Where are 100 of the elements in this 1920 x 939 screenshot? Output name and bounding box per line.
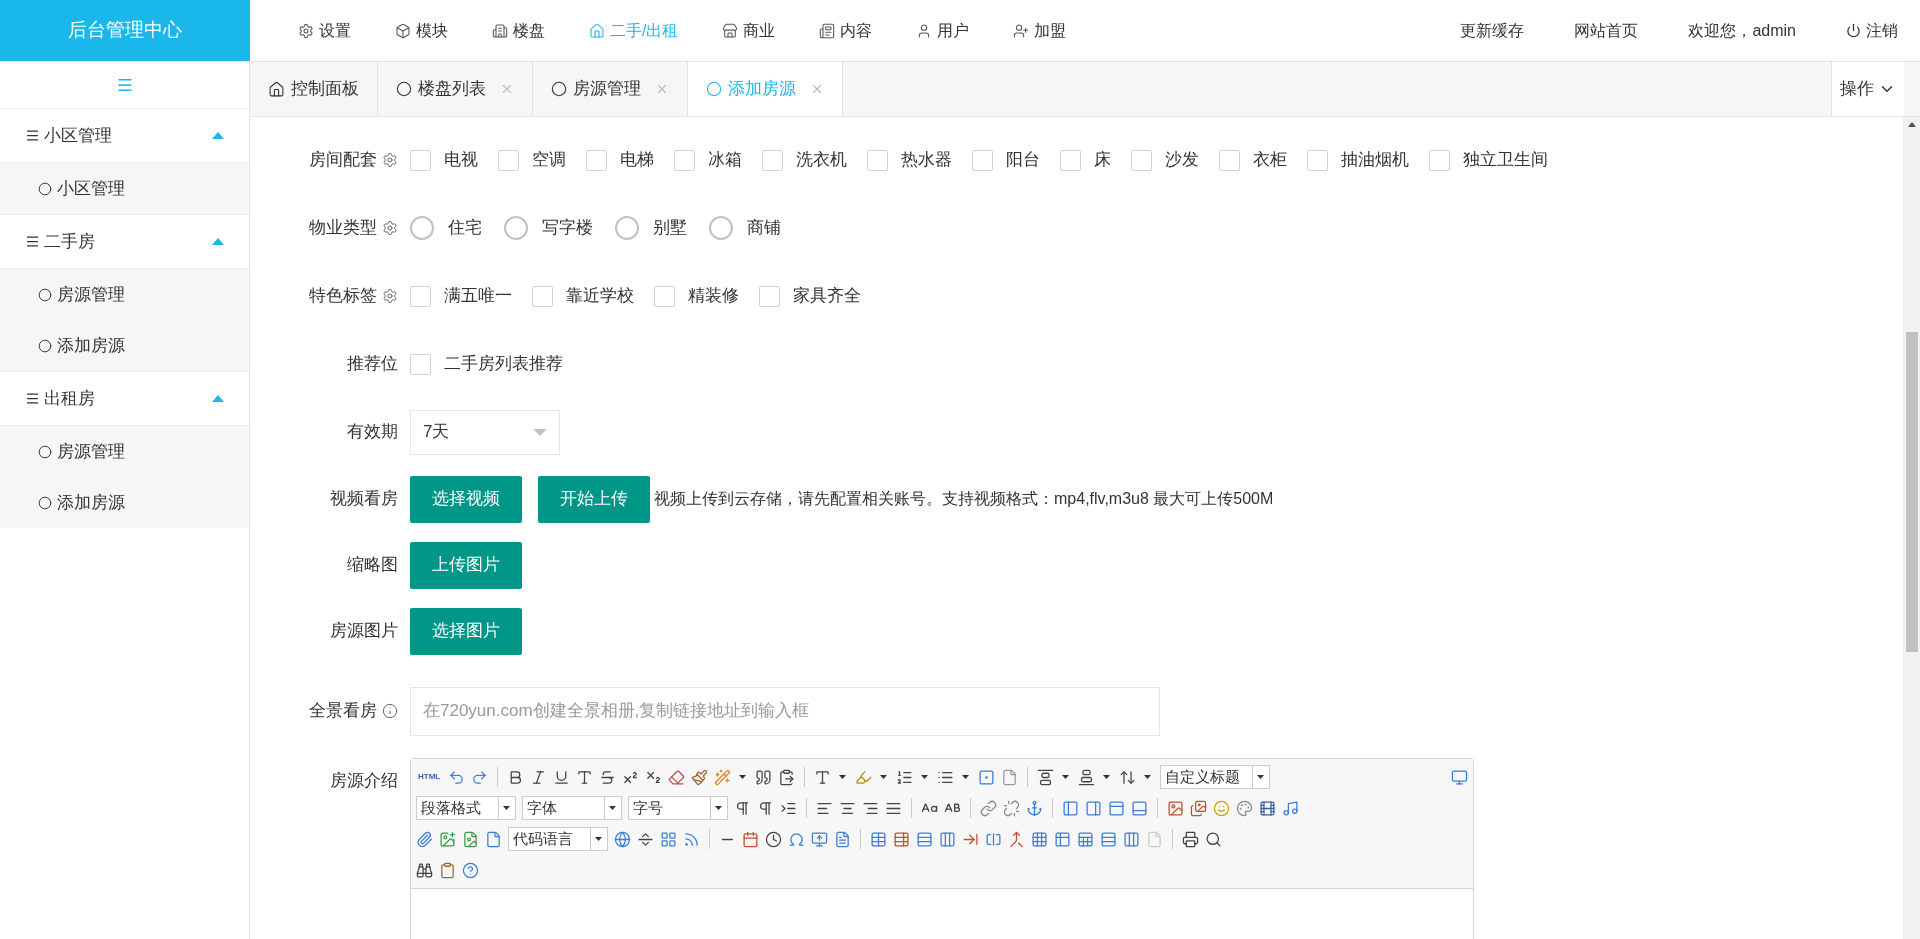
table-icon[interactable] xyxy=(1077,830,1094,848)
gear-icon[interactable] xyxy=(382,220,398,236)
tab[interactable]: 控制面板 xyxy=(250,62,378,116)
anchor-icon[interactable] xyxy=(1026,799,1043,817)
toolbar-select[interactable]: 字号 xyxy=(628,796,728,820)
select-field[interactable]: 7天 xyxy=(410,409,560,455)
quote-icon[interactable] xyxy=(755,768,773,786)
underline-icon[interactable] xyxy=(553,768,571,786)
globe-icon[interactable] xyxy=(614,830,631,848)
grid-icon[interactable] xyxy=(1031,830,1048,848)
undo-icon[interactable] xyxy=(448,768,466,786)
image-icon[interactable] xyxy=(462,830,479,848)
image-icon[interactable] xyxy=(1167,799,1184,817)
link-icon[interactable] xyxy=(980,799,997,817)
checkbox[interactable] xyxy=(498,149,519,171)
wand-icon[interactable] xyxy=(714,768,732,786)
checkbox[interactable] xyxy=(654,285,675,307)
radio-option[interactable]: 写字楼 xyxy=(504,215,593,241)
binoculars-icon[interactable] xyxy=(416,861,433,879)
line-spacing-icon[interactable] xyxy=(1078,768,1096,786)
radio-button[interactable] xyxy=(615,216,639,240)
smile-icon[interactable] xyxy=(1213,799,1230,817)
upload-button[interactable]: 上传图片 xyxy=(410,541,522,589)
checkbox[interactable] xyxy=(762,149,783,171)
paintbrush-icon[interactable] xyxy=(691,768,709,786)
printer-icon[interactable] xyxy=(1182,830,1199,848)
scrollbar[interactable] xyxy=(1903,117,1920,939)
radio-button[interactable] xyxy=(410,216,434,240)
checkbox-option[interactable]: 床 xyxy=(1060,147,1111,173)
row-spacing-icon[interactable] xyxy=(1119,768,1137,786)
checkbox[interactable] xyxy=(867,149,888,171)
nav-item[interactable]: 用户 xyxy=(916,18,970,43)
checkbox-option[interactable]: 电梯 xyxy=(586,147,654,173)
sidebar-item[interactable]: 房源管理 xyxy=(0,269,249,320)
rows-icon[interactable] xyxy=(916,830,933,848)
checkbox[interactable] xyxy=(410,149,431,171)
highlighter-icon[interactable] xyxy=(855,768,873,786)
split-icon[interactable] xyxy=(985,830,1002,848)
palette-icon[interactable] xyxy=(1236,799,1253,817)
table-icon[interactable] xyxy=(870,830,887,848)
checkbox[interactable] xyxy=(532,285,553,307)
sidebar-item[interactable]: 添加房源 xyxy=(0,477,249,528)
nav-item[interactable]: 模块 xyxy=(395,18,448,43)
html-source-button[interactable]: HTML xyxy=(416,771,443,783)
checkbox-option[interactable]: 冰箱 xyxy=(674,147,742,173)
redo-icon[interactable] xyxy=(471,768,489,786)
header-link[interactable]: 网站首页 xyxy=(1574,18,1639,43)
images-icon[interactable] xyxy=(1190,799,1207,817)
radio-option[interactable]: 住宅 xyxy=(410,215,482,241)
sidebar-item[interactable]: 小区管理 xyxy=(0,163,249,214)
screen-icon[interactable] xyxy=(811,830,828,848)
gear-icon[interactable] xyxy=(382,152,398,168)
upload-button[interactable]: 选择图片 xyxy=(410,607,522,655)
info-icon[interactable] xyxy=(382,703,398,719)
strikethrough-icon[interactable] xyxy=(599,768,617,786)
checkbox-option[interactable]: 抽油烟机 xyxy=(1307,147,1409,173)
numbered-list-icon[interactable] xyxy=(896,768,914,786)
sidebar-item[interactable]: 添加房源 xyxy=(0,320,249,371)
rows-icon[interactable] xyxy=(1100,830,1117,848)
radio-button[interactable] xyxy=(504,216,528,240)
nav-item[interactable]: 内容 xyxy=(819,18,873,43)
columns-icon[interactable] xyxy=(939,830,956,848)
merge-icon[interactable] xyxy=(1008,830,1025,848)
tab[interactable]: 楼盘列表 xyxy=(378,62,533,116)
panel-icon[interactable] xyxy=(1131,799,1148,817)
sidebar-group-header[interactable]: 出租房 xyxy=(0,371,249,426)
checkbox-option[interactable]: 沙发 xyxy=(1131,147,1199,173)
checkbox[interactable] xyxy=(1219,149,1240,171)
checkbox[interactable] xyxy=(674,149,695,171)
checkbox-option[interactable]: 独立卫生间 xyxy=(1429,147,1548,173)
sidebar-group-header[interactable]: 二手房 xyxy=(0,214,249,269)
input-field[interactable]: 在720yun.com创建全景相册,复制链接地址到输入框 xyxy=(410,686,1160,736)
checkbox[interactable] xyxy=(972,149,993,171)
word-icon[interactable] xyxy=(834,830,851,848)
checkbox[interactable] xyxy=(1060,149,1081,171)
omega-icon[interactable] xyxy=(788,830,805,848)
nav-item[interactable]: 楼盘 xyxy=(492,18,545,43)
checkbox-option[interactable]: 阳台 xyxy=(972,147,1040,173)
panel-icon[interactable] xyxy=(1062,799,1079,817)
clipboard-icon[interactable] xyxy=(439,861,456,879)
upload-button[interactable]: 选择视频 xyxy=(410,475,522,523)
eraser-icon[interactable] xyxy=(668,768,686,786)
toolbar-select[interactable]: 段落格式 xyxy=(416,796,516,820)
checkbox[interactable] xyxy=(1307,149,1328,171)
pilcrow-icon[interactable] xyxy=(734,799,751,817)
toolbar-select[interactable]: 代码语言 xyxy=(508,827,608,851)
help-icon[interactable] xyxy=(462,861,479,879)
page-break-icon[interactable] xyxy=(637,830,654,848)
menu-icon[interactable] xyxy=(115,76,134,94)
sidebar-item[interactable]: 房源管理 xyxy=(0,426,249,477)
film-icon[interactable] xyxy=(1259,799,1276,817)
paperclip-icon[interactable] xyxy=(416,830,433,848)
checkbox[interactable] xyxy=(759,285,780,307)
toolbar-select[interactable]: 字体 xyxy=(522,796,622,820)
checkbox[interactable] xyxy=(1131,149,1152,171)
sidebar-group-header[interactable]: 小区管理 xyxy=(0,108,249,163)
columns-icon[interactable] xyxy=(1123,830,1140,848)
checkbox[interactable] xyxy=(410,353,431,375)
monitor-icon[interactable] xyxy=(1451,768,1468,786)
checkbox-option[interactable]: 洗衣机 xyxy=(762,147,847,173)
